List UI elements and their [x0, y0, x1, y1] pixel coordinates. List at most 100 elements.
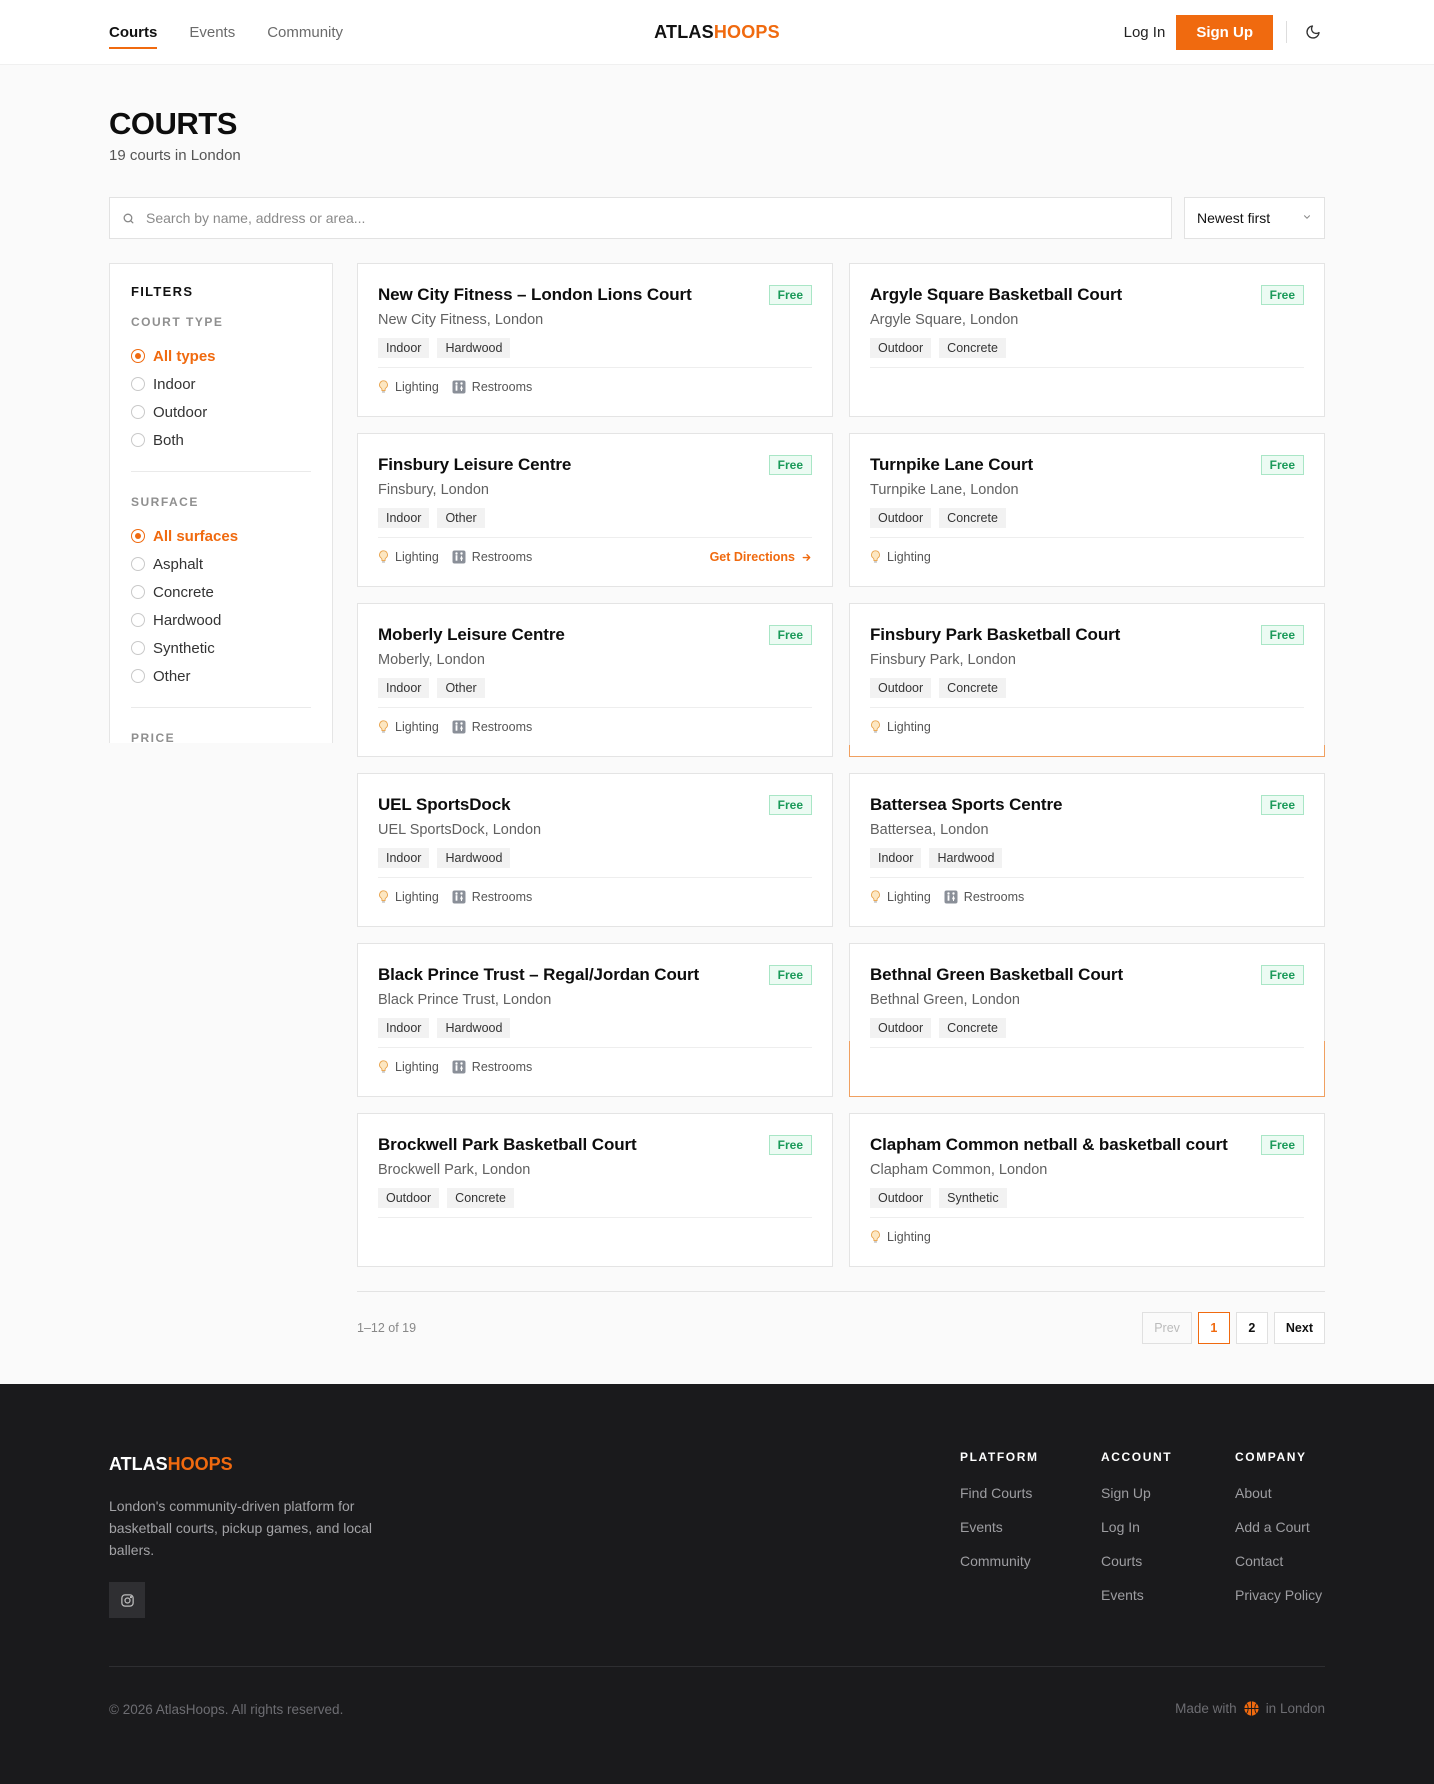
- search-icon: [123, 213, 134, 223]
- court-name[interactable]: Bethnal Green Basketball Court: [870, 965, 1304, 985]
- amenity-lighting: Lighting: [378, 890, 439, 904]
- court-tags: Indoor Hardwood: [870, 848, 1304, 868]
- nav-courts[interactable]: Courts: [109, 18, 158, 49]
- footer-link-add-court[interactable]: Add a Court: [1235, 1510, 1322, 1544]
- footer-logo[interactable]: ATLASHOOPS: [109, 1454, 233, 1475]
- court-amenities: Lighting Restrooms: [378, 1060, 812, 1074]
- lightbulb-icon: [379, 720, 388, 733]
- price-badge: Free: [768, 965, 812, 985]
- court-name[interactable]: Finsbury Park Basketball Court: [870, 625, 1304, 645]
- price-badge: Free: [768, 285, 812, 305]
- site-logo[interactable]: ATLASHOOPS: [654, 22, 780, 43]
- amenity-label: Lighting: [887, 1230, 931, 1244]
- court-name[interactable]: Finsbury Leisure Centre: [378, 455, 812, 475]
- court-card[interactable]: Brockwell Park Basketball Court Free Brock…: [357, 1113, 833, 1267]
- court-type-option-indoor[interactable]: Indoor: [131, 370, 311, 398]
- court-name[interactable]: New City Fitness – London Lions Court: [378, 285, 812, 305]
- search-input[interactable]: [146, 210, 1146, 226]
- court-type-option-outdoor[interactable]: Outdoor: [131, 398, 311, 426]
- footer-link-about[interactable]: About: [1235, 1476, 1322, 1510]
- court-card[interactable]: Black Prince Trust – Regal/Jordan Court F…: [357, 943, 833, 1097]
- court-amenities: Lighting Restrooms: [870, 890, 1304, 904]
- top-nav: Courts Events Community ATLASHOOPS Log I…: [0, 0, 1434, 65]
- card-divider: [870, 877, 1304, 878]
- nav-events[interactable]: Events: [189, 18, 235, 47]
- next-page-button[interactable]: Next: [1273, 1312, 1325, 1344]
- amenity-restrooms: Restrooms: [452, 380, 532, 394]
- court-name[interactable]: Clapham Common netball & basketball cour…: [870, 1135, 1304, 1155]
- court-card[interactable]: New City Fitness – London Lions Court Fre…: [357, 263, 833, 417]
- footer-link-courts[interactable]: Courts: [1101, 1544, 1172, 1578]
- amenity-label: Lighting: [395, 720, 439, 734]
- court-type-option-all[interactable]: All types: [131, 342, 311, 370]
- surface-option-synthetic[interactable]: Synthetic: [131, 634, 311, 662]
- court-name[interactable]: Argyle Square Basketball Court: [870, 285, 1304, 305]
- surface-option-all[interactable]: All surfaces: [131, 522, 311, 550]
- surface-option-asphalt[interactable]: Asphalt: [131, 550, 311, 578]
- court-name[interactable]: Brockwell Park Basketball Court: [378, 1135, 812, 1155]
- court-card[interactable]: Finsbury Leisure Centre Free Finsbury, Lon…: [357, 433, 833, 587]
- footer-column-account: ACCOUNT Sign Up Log In Courts Events: [1101, 1450, 1172, 1612]
- footer-link-find-courts[interactable]: Find Courts: [960, 1476, 1039, 1510]
- court-name[interactable]: Moberly Leisure Centre: [378, 625, 812, 645]
- filters-title: FILTERS: [131, 284, 194, 299]
- radio: [131, 613, 145, 627]
- court-card[interactable]: Argyle Square Basketball Court Free Argyle…: [849, 263, 1325, 417]
- court-card[interactable]: Moberly Leisure Centre Free Moberly, Londo…: [357, 603, 833, 757]
- court-name[interactable]: Black Prince Trust – Regal/Jordan Court: [378, 965, 812, 985]
- court-card[interactable]: Clapham Common netball & basketball cour…: [849, 1113, 1325, 1267]
- login-link[interactable]: Log In: [1124, 24, 1166, 41]
- court-type-option-both[interactable]: Both: [131, 426, 311, 454]
- amenity-lighting: Lighting: [378, 720, 439, 734]
- court-name[interactable]: Battersea Sports Centre: [870, 795, 1304, 815]
- court-name[interactable]: UEL SportsDock: [378, 795, 812, 815]
- amenity-label: Lighting: [395, 890, 439, 904]
- instagram-link[interactable]: [109, 1582, 145, 1618]
- amenity-label: Restrooms: [963, 890, 1025, 904]
- footer-link-log-in[interactable]: Log In: [1101, 1510, 1172, 1544]
- surface-option-other[interactable]: Other: [131, 662, 311, 690]
- site-footer: ATLASHOOPS London's community-driven pla…: [0, 1384, 1434, 1784]
- court-name[interactable]: Turnpike Lane Court: [870, 455, 1304, 475]
- court-tag: Indoor: [378, 678, 430, 698]
- signup-button[interactable]: Sign Up: [1176, 14, 1273, 50]
- footer-link-events[interactable]: Events: [960, 1510, 1039, 1544]
- get-directions-link[interactable]: Get Directions: [710, 550, 812, 564]
- card-accent-border: [850, 1096, 1324, 1097]
- prev-page-button[interactable]: Prev: [1142, 1312, 1192, 1344]
- lightbulb-icon: [871, 890, 880, 903]
- court-amenities: Lighting Restrooms: [378, 380, 812, 394]
- chevron-down-icon: [1303, 215, 1311, 219]
- nav-community[interactable]: Community: [267, 18, 343, 47]
- court-location: New City Fitness, London: [378, 312, 544, 328]
- radio: [131, 557, 145, 571]
- amenity-label: Restrooms: [471, 1060, 533, 1074]
- court-tags: Outdoor Concrete: [870, 508, 1304, 528]
- footer-link-privacy[interactable]: Privacy Policy: [1235, 1578, 1322, 1612]
- court-card[interactable]: UEL SportsDock Free UEL SportsDock, London…: [357, 773, 833, 927]
- footer-link-community[interactable]: Community: [960, 1544, 1039, 1578]
- court-card[interactable]: Battersea Sports Centre Free Battersea, Lo…: [849, 773, 1325, 927]
- restroom-icon: [452, 890, 466, 904]
- radio: [131, 377, 145, 391]
- option-label: Concrete: [153, 583, 214, 601]
- court-card[interactable]: Bethnal Green Basketball Court Free Bethna…: [849, 943, 1325, 1097]
- court-card[interactable]: Turnpike Lane Court Free Turnpike Lane, Lo…: [849, 433, 1325, 587]
- page-2-button[interactable]: 2: [1235, 1312, 1268, 1344]
- page-title: COURTS: [109, 106, 237, 141]
- surface-option-hardwood[interactable]: Hardwood: [131, 606, 311, 634]
- court-tag: Outdoor: [378, 1188, 440, 1208]
- footer-link-sign-up[interactable]: Sign Up: [1101, 1476, 1172, 1510]
- court-card[interactable]: Finsbury Park Basketball Court Free Finsbu…: [849, 603, 1325, 757]
- page-1-button[interactable]: 1: [1197, 1312, 1230, 1344]
- theme-toggle-button[interactable]: [1301, 20, 1325, 44]
- sort-select[interactable]: Newest first: [1184, 197, 1325, 239]
- amenity-label: Restrooms: [471, 720, 533, 734]
- footer-link-events[interactable]: Events: [1101, 1578, 1172, 1612]
- amenity-label: Lighting: [887, 720, 931, 734]
- restroom-icon: [452, 720, 466, 734]
- made-with-prefix: Made with: [1175, 1701, 1237, 1716]
- surface-option-concrete[interactable]: Concrete: [131, 578, 311, 606]
- court-tag: Outdoor: [870, 1188, 932, 1208]
- footer-link-contact[interactable]: Contact: [1235, 1544, 1322, 1578]
